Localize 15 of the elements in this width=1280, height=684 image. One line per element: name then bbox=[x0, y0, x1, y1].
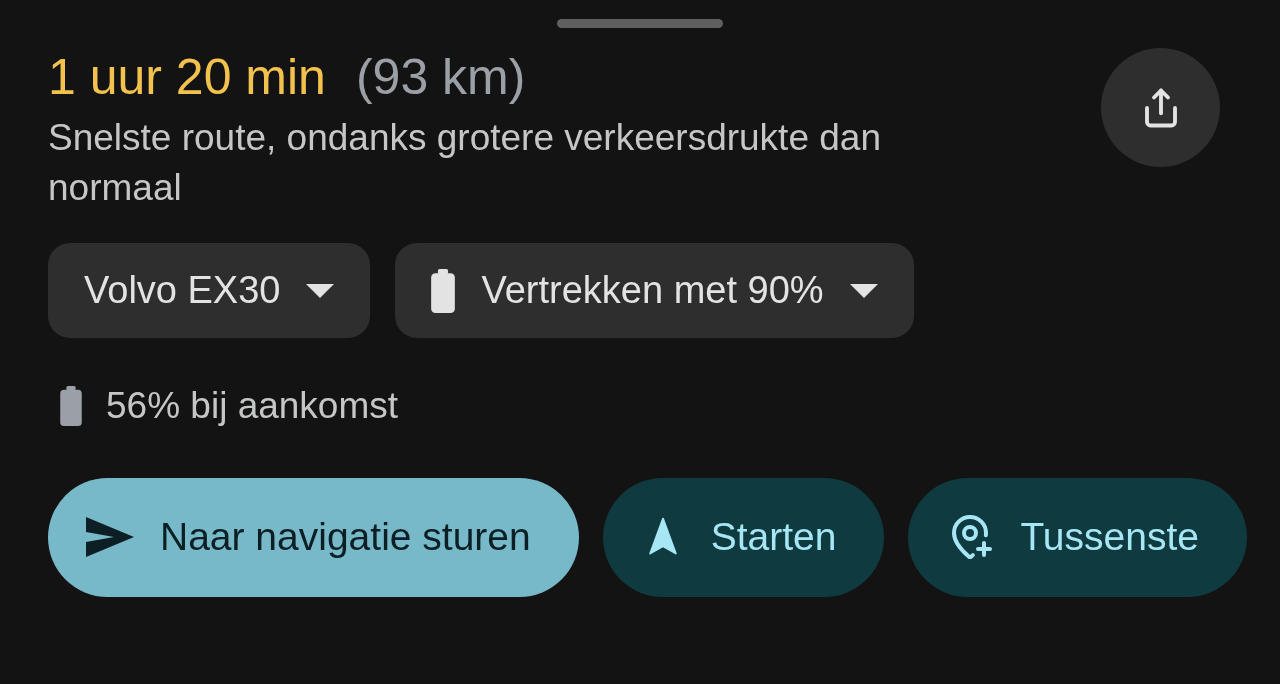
caret-icon bbox=[849, 283, 878, 298]
distance: (93 km) bbox=[355, 50, 526, 105]
battery-icon bbox=[431, 268, 456, 313]
arrival-charge: 56% bij aankomst bbox=[106, 384, 399, 428]
action-button[interactable]: Naar navigatie sturen bbox=[48, 477, 579, 597]
action-button[interactable]: Starten bbox=[602, 477, 885, 597]
battery-icon bbox=[60, 385, 82, 426]
action-button[interactable]: Tussenste bbox=[908, 477, 1247, 597]
duration: 1 uur 20 min bbox=[48, 50, 326, 105]
route-description: Snelste route, ondanks grotere verkeersdrukte dan normaal bbox=[48, 116, 882, 210]
drag-handle[interactable] bbox=[557, 19, 723, 28]
dropdown-chip[interactable]: Volvo EX30 bbox=[48, 243, 371, 338]
dropdown-chip[interactable]: Vertrekken met 90% bbox=[395, 243, 914, 338]
send-icon bbox=[86, 517, 134, 557]
caret-icon bbox=[306, 283, 335, 298]
